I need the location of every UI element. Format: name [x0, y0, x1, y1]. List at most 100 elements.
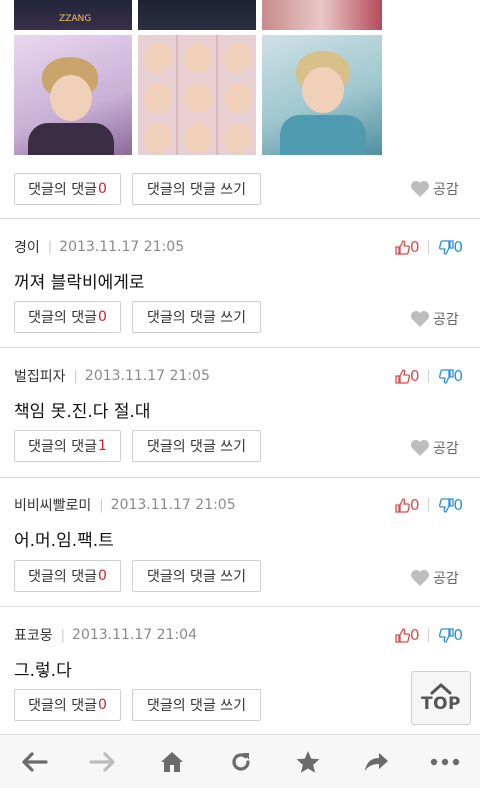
heart-icon	[411, 311, 429, 327]
collage-photo-caption: ZZANG	[59, 14, 92, 24]
comment-text: 책임 못.진.다 절.대	[14, 402, 151, 422]
thumbs-down-count: 0	[453, 496, 464, 514]
bookmark-button[interactable]	[293, 747, 323, 777]
comment-divider	[0, 347, 480, 348]
reply-label: 댓글의 댓글	[28, 439, 97, 455]
comment-text: 어.머.임.팩.트	[14, 531, 114, 551]
heart-icon	[411, 440, 429, 456]
collage-photo-3	[262, 0, 382, 30]
thumbs-up-icon	[395, 368, 410, 384]
thumbs-down-icon	[438, 627, 454, 643]
write-reply-button[interactable]: 댓글의 댓글 쓰기	[132, 173, 261, 205]
collage-photo-5	[138, 35, 256, 155]
meta-separator: |	[73, 368, 78, 384]
comment-author[interactable]: 표코뭉	[14, 625, 53, 645]
vote-separator	[427, 498, 429, 512]
thumbs-down-button[interactable]: 0	[438, 496, 464, 514]
comment-divider	[0, 606, 480, 607]
reply-count-button[interactable]: 댓글의 댓글 0	[14, 301, 121, 333]
comment-image-collage[interactable]: ZZANG	[14, 0, 382, 156]
comment-text: 꺼져 블락비에게로	[14, 273, 145, 293]
bookmark-star-icon	[296, 751, 320, 773]
like-label: 공감	[433, 312, 459, 328]
collage-photo-4	[14, 35, 132, 155]
back-button[interactable]	[19, 747, 49, 777]
collage-photo-6	[262, 35, 382, 155]
write-reply-button[interactable]: 댓글의 댓글 쓰기	[132, 689, 261, 721]
thumbs-up-count: 0	[410, 238, 420, 256]
meta-separator: |	[99, 497, 104, 513]
thumbs-down-button[interactable]: 0	[438, 626, 463, 644]
browser-toolbar	[0, 734, 480, 788]
reply-count-button[interactable]: 댓글의 댓글 0	[14, 560, 121, 592]
reply-count-button[interactable]: 댓글의 댓글 0	[14, 689, 121, 721]
comment-date: 2013.11.17 21:05	[84, 368, 210, 384]
reply-label: 댓글의 댓글	[28, 569, 97, 585]
more-button[interactable]	[430, 747, 460, 777]
thumbs-down-count: 0	[453, 367, 464, 385]
thumbs-up-icon	[395, 627, 410, 643]
collage-photo-1: ZZANG	[14, 0, 132, 30]
comment-author[interactable]: 비비씨빨로미	[14, 495, 91, 515]
vote-separator	[427, 628, 429, 642]
thumbs-up-icon	[395, 497, 410, 513]
like-label: 공감	[433, 441, 459, 457]
vote-group: 0 0	[395, 237, 463, 257]
thumbs-up-count: 0	[410, 367, 420, 385]
meta-separator: |	[47, 239, 53, 255]
reply-count: 1	[97, 438, 107, 454]
thumbs-up-button[interactable]: 0	[395, 626, 420, 644]
thumbs-down-count: 0	[453, 238, 464, 256]
thumbs-up-button[interactable]: 0	[395, 238, 420, 256]
comment-text: 그.렇.다	[14, 661, 72, 681]
scroll-to-top-button[interactable]: TOP	[411, 671, 471, 725]
share-button[interactable]	[361, 747, 391, 777]
vote-group: 0 0	[395, 366, 463, 386]
thumbs-up-button[interactable]: 0	[395, 367, 420, 385]
thumbs-down-button[interactable]: 0	[438, 367, 464, 385]
share-icon	[365, 753, 388, 771]
write-reply-button[interactable]: 댓글의 댓글 쓰기	[132, 560, 261, 592]
refresh-button[interactable]	[226, 747, 256, 777]
heart-icon	[411, 570, 429, 586]
reply-label: 댓글의 댓글	[28, 182, 97, 198]
more-icon	[430, 758, 460, 766]
comment-author[interactable]: 경이	[14, 237, 40, 257]
reply-label: 댓글의 댓글	[28, 698, 97, 714]
comment-date: 2013.11.17 21:05	[59, 239, 185, 255]
write-reply-button[interactable]: 댓글의 댓글 쓰기	[132, 301, 261, 333]
back-arrow-icon	[22, 752, 48, 772]
comment-date: 2013.11.17 21:05	[110, 497, 236, 513]
like-button[interactable]: 공감	[410, 177, 459, 201]
thumbs-up-icon	[395, 239, 410, 255]
thumbs-up-count: 0	[410, 626, 420, 644]
forward-button[interactable]	[88, 747, 118, 777]
like-label: 공감	[433, 182, 459, 198]
forward-arrow-icon	[89, 752, 115, 772]
thumbs-down-button[interactable]: 0	[438, 238, 464, 256]
vote-group: 0 0	[395, 495, 463, 515]
like-button[interactable]: 공감	[410, 307, 459, 331]
comment-author[interactable]: 벌집피자	[14, 366, 66, 386]
thumbs-down-icon	[438, 497, 454, 513]
reply-count-button[interactable]: 댓글의 댓글 1	[14, 430, 121, 462]
like-button[interactable]: 공감	[410, 436, 459, 460]
home-icon	[161, 752, 183, 772]
vote-separator	[427, 240, 429, 254]
comment-date: 2013.11.17 21:04	[72, 627, 197, 643]
top-label: TOP	[420, 694, 461, 714]
like-button[interactable]: 공감	[410, 566, 459, 590]
thumbs-down-icon	[438, 368, 454, 384]
meta-separator: |	[60, 627, 66, 643]
thumbs-down-icon	[438, 239, 454, 255]
reply-count-button[interactable]: 댓글의 댓글 0	[14, 173, 121, 205]
home-button[interactable]	[157, 747, 187, 777]
comment-divider	[0, 477, 480, 478]
vote-separator	[427, 369, 429, 383]
thumbs-up-count: 0	[410, 496, 420, 514]
reply-count: 0	[97, 697, 107, 713]
thumbs-up-button[interactable]: 0	[395, 496, 420, 514]
write-reply-button[interactable]: 댓글의 댓글 쓰기	[132, 430, 261, 462]
reply-count: 0	[97, 568, 107, 584]
vote-group: 0 0	[395, 625, 463, 645]
